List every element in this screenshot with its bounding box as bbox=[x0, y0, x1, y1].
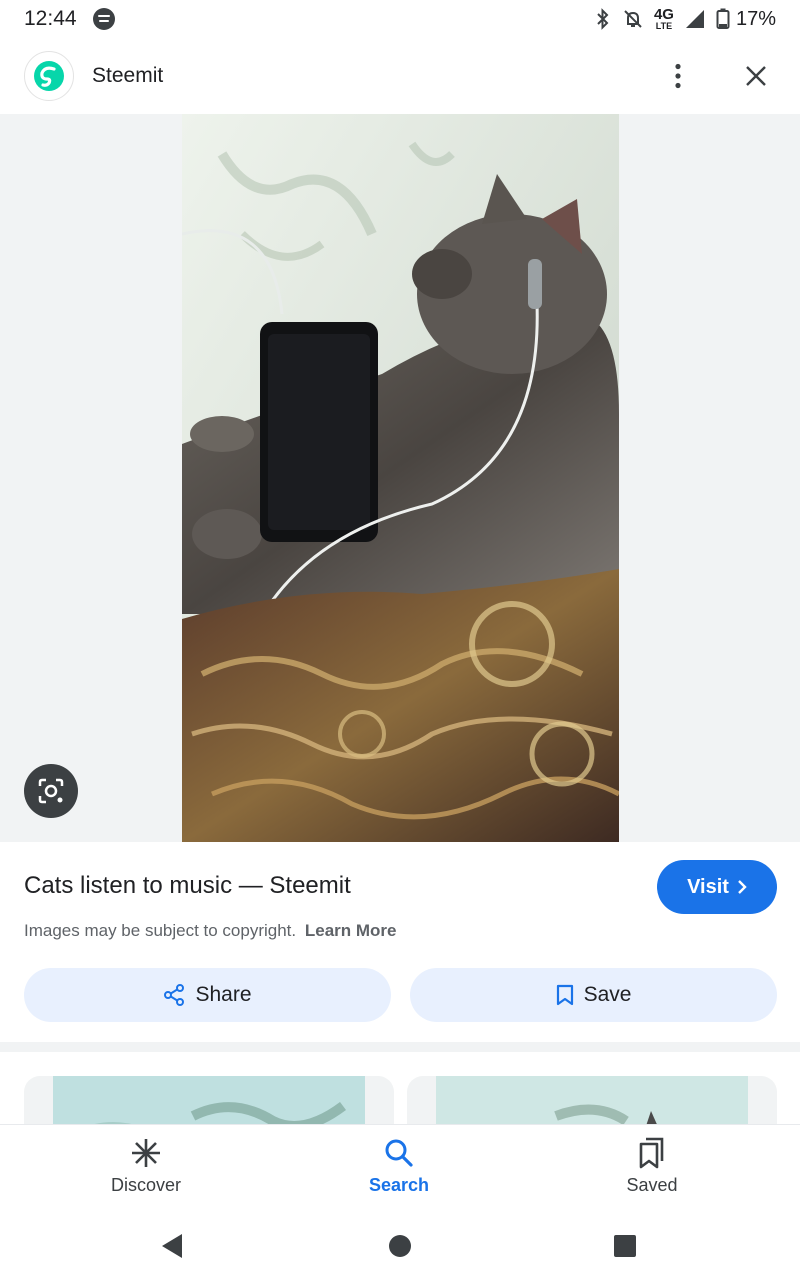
steemit-logo-icon bbox=[34, 61, 64, 91]
header-actions bbox=[658, 56, 776, 96]
network-indicator: 4G LTE bbox=[654, 7, 674, 31]
close-button[interactable] bbox=[736, 56, 776, 96]
result-image[interactable] bbox=[182, 114, 619, 842]
copyright-text: Images may be subject to copyright. bbox=[24, 921, 297, 940]
asterisk-icon bbox=[132, 1139, 160, 1167]
save-button-label: Save bbox=[583, 983, 632, 1006]
image-viewer bbox=[0, 114, 800, 842]
app-header: Steemit bbox=[0, 38, 800, 114]
site-name[interactable]: Steemit bbox=[92, 64, 163, 88]
share-button[interactable]: Share bbox=[24, 968, 391, 1022]
system-home-button[interactable] bbox=[386, 1232, 414, 1260]
nav-discover[interactable]: Discover bbox=[66, 1137, 226, 1196]
network-subtype: LTE bbox=[655, 21, 673, 31]
nav-search-label: Search bbox=[368, 1175, 430, 1195]
recents-square-icon bbox=[614, 1235, 636, 1257]
more-vert-icon bbox=[675, 63, 681, 89]
share-icon bbox=[164, 984, 185, 1006]
spotify-icon bbox=[92, 8, 115, 30]
lens-search-button[interactable] bbox=[24, 764, 78, 818]
related-card[interactable] bbox=[407, 1076, 777, 1124]
visit-button[interactable]: Visit bbox=[657, 860, 777, 914]
steemit-logo[interactable] bbox=[24, 51, 74, 101]
copyright-notice: Images may be subject to copyright. Lear… bbox=[24, 921, 397, 941]
bookmarks-icon bbox=[639, 1137, 664, 1169]
bottom-navigation: Discover Search Saved bbox=[0, 1124, 800, 1214]
visit-button-label: Visit bbox=[687, 875, 729, 898]
nav-search[interactable]: Search bbox=[319, 1137, 479, 1196]
status-time: 12:44 bbox=[24, 7, 77, 30]
nav-saved-label: Saved bbox=[626, 1175, 678, 1195]
battery-level: 17% bbox=[735, 7, 776, 30]
cat-with-phone-image bbox=[182, 114, 619, 842]
bookmark-icon bbox=[556, 984, 573, 1006]
related-results bbox=[0, 1052, 800, 1124]
status-bar: 12:44 4G LTE 17% bbox=[0, 0, 800, 38]
close-icon bbox=[746, 66, 766, 86]
back-triangle-icon bbox=[162, 1234, 182, 1258]
status-icons: 4G LTE 17% bbox=[594, 7, 776, 31]
bluetooth-icon bbox=[597, 8, 609, 30]
nav-saved[interactable]: Saved bbox=[572, 1137, 732, 1196]
system-recents-button[interactable] bbox=[611, 1232, 639, 1260]
battery-icon bbox=[716, 8, 730, 29]
result-info: Cats listen to music — Steemit Visit Ima… bbox=[0, 842, 800, 1042]
lens-icon bbox=[38, 778, 64, 804]
network-type: 4G bbox=[653, 6, 674, 23]
more-options-button[interactable] bbox=[658, 56, 698, 96]
search-icon bbox=[385, 1139, 413, 1167]
nav-discover-label: Discover bbox=[110, 1175, 181, 1195]
section-divider bbox=[0, 1042, 800, 1052]
related-card[interactable] bbox=[24, 1076, 394, 1124]
system-back-button[interactable] bbox=[158, 1232, 186, 1260]
share-button-label: Share bbox=[195, 983, 252, 1006]
related-thumbnail bbox=[53, 1076, 365, 1124]
related-thumbnail bbox=[436, 1076, 748, 1124]
system-navigation bbox=[0, 1214, 800, 1280]
result-title[interactable]: Cats listen to music — Steemit bbox=[24, 872, 351, 900]
chevron-right-icon bbox=[738, 880, 747, 894]
save-button[interactable]: Save bbox=[410, 968, 777, 1022]
mute-icon bbox=[624, 10, 642, 28]
signal-icon bbox=[685, 10, 704, 28]
learn-more-link[interactable]: Learn More bbox=[305, 921, 397, 940]
home-circle-icon bbox=[389, 1235, 411, 1257]
